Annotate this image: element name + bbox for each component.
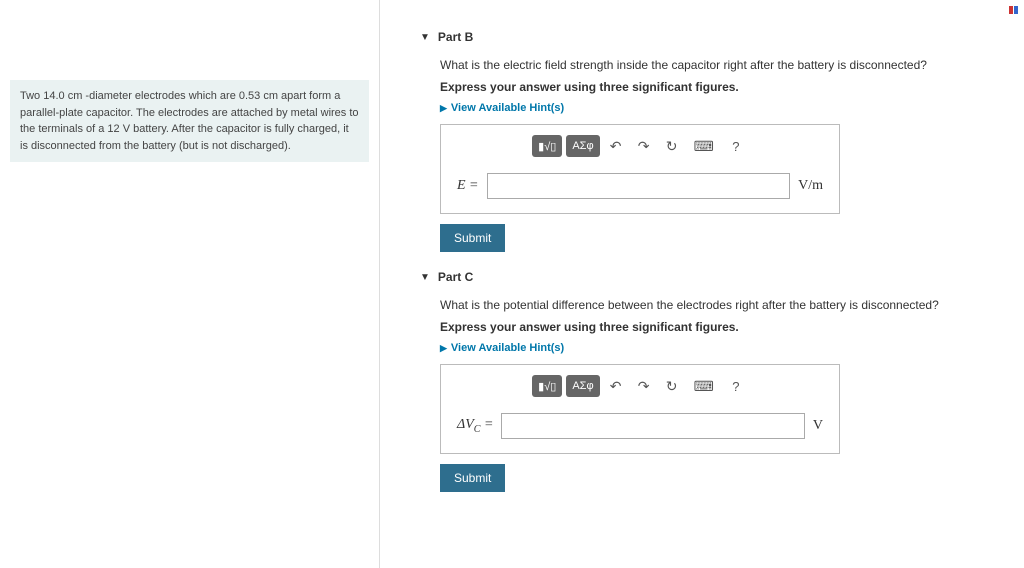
undo-button[interactable]: ↶ <box>604 135 628 157</box>
keyboard-button[interactable]: ⌨ <box>688 135 720 157</box>
part-c-answer-box: ▮√▯ ΑΣφ ↶ ↷ ↻ ⌨ ? ΔVC = V <box>440 364 840 454</box>
part-c-question: What is the potential difference between… <box>440 298 1004 312</box>
help-button[interactable]: ? <box>724 135 748 157</box>
part-c-toolbar: ▮√▯ ΑΣφ ↶ ↷ ↻ ⌨ ? <box>441 365 839 405</box>
part-b-toolbar: ▮√▯ ΑΣφ ↶ ↷ ↻ ⌨ ? <box>441 125 839 165</box>
undo-button[interactable]: ↶ <box>604 375 628 397</box>
templates-button[interactable]: ▮√▯ <box>532 135 562 157</box>
expand-icon: ▶ <box>440 343 447 353</box>
part-c-unit: V <box>813 418 823 434</box>
part-c-header[interactable]: ▼ Part C <box>420 270 1004 284</box>
part-c-input-row: ΔVC = V <box>441 405 839 453</box>
problem-statement: Two 14.0 cm -diameter electrodes which a… <box>10 80 369 162</box>
help-button[interactable]: ? <box>724 375 748 397</box>
part-b-submit-button[interactable]: Submit <box>440 224 505 252</box>
reset-button[interactable]: ↻ <box>660 375 684 397</box>
hints-label: View Available Hint(s) <box>451 102 564 114</box>
part-b-answer-box: ▮√▯ ΑΣφ ↶ ↷ ↻ ⌨ ? E = V/m <box>440 124 840 214</box>
part-b-input-row: E = V/m <box>441 165 839 213</box>
page-container: Two 14.0 cm -diameter electrodes which a… <box>0 0 1024 568</box>
part-b-variable: E = <box>457 178 479 194</box>
part-b-title: Part B <box>438 30 473 44</box>
symbols-button[interactable]: ΑΣφ <box>566 375 599 397</box>
redo-button[interactable]: ↷ <box>632 375 656 397</box>
part-c-submit-button[interactable]: Submit <box>440 464 505 492</box>
part-c-express: Express your answer using three signific… <box>440 320 1004 334</box>
keyboard-button[interactable]: ⌨ <box>688 375 720 397</box>
part-b-answer-input[interactable] <box>487 173 791 199</box>
part-c-answer-input[interactable] <box>501 413 804 439</box>
expand-icon: ▶ <box>440 103 447 113</box>
redo-button[interactable]: ↷ <box>632 135 656 157</box>
part-c-variable: ΔVC = <box>457 417 493 435</box>
part-c-title: Part C <box>438 270 473 284</box>
collapse-icon: ▼ <box>420 272 430 283</box>
right-column: ▼ Part B What is the electric field stre… <box>380 0 1024 568</box>
part-b: ▼ Part B What is the electric field stre… <box>420 30 1004 252</box>
part-c-hints-toggle[interactable]: ▶ View Available Hint(s) <box>440 342 1004 354</box>
symbols-button[interactable]: ΑΣφ <box>566 135 599 157</box>
left-column: Two 14.0 cm -diameter electrodes which a… <box>0 0 380 568</box>
part-b-hints-toggle[interactable]: ▶ View Available Hint(s) <box>440 102 1004 114</box>
reset-button[interactable]: ↻ <box>660 135 684 157</box>
templates-button[interactable]: ▮√▯ <box>532 375 562 397</box>
collapse-icon: ▼ <box>420 32 430 43</box>
part-b-unit: V/m <box>798 178 823 194</box>
part-c: ▼ Part C What is the potential differenc… <box>420 270 1004 492</box>
window-decoration <box>1009 6 1018 14</box>
hints-label: View Available Hint(s) <box>451 342 564 354</box>
part-b-header[interactable]: ▼ Part B <box>420 30 1004 44</box>
part-b-question: What is the electric field strength insi… <box>440 58 1004 72</box>
part-b-express: Express your answer using three signific… <box>440 80 1004 94</box>
